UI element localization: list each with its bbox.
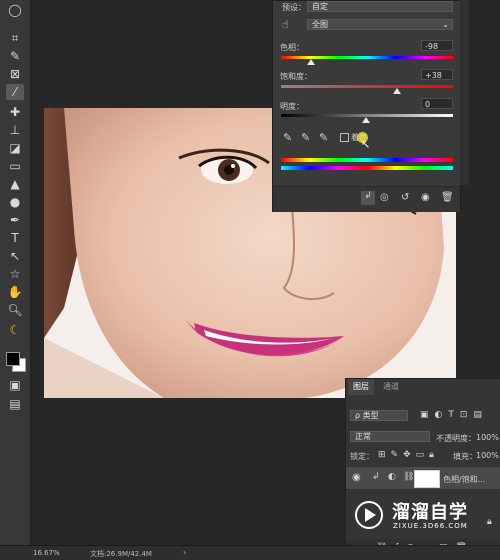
layer-filter-dropdown[interactable]: ρ 类型: [350, 410, 408, 421]
chevron-down-icon: ⌄: [442, 20, 449, 29]
opacity-value[interactable]: 100%: [476, 433, 499, 442]
pen-tool-icon[interactable]: ✒: [6, 212, 24, 228]
hand-tool-icon[interactable]: ✋: [6, 284, 24, 300]
hue-label: 色相：: [280, 43, 304, 52]
blend-mode-dropdown[interactable]: 正常: [350, 431, 430, 442]
properties-panel: 预设： 自定 ☝ 全图 ⌄ 色相： -98 饱和度： +38 明度： 0 ✎ ✎…: [272, 0, 461, 212]
watermark-url: ZIXUE.3D66.COM: [393, 522, 468, 530]
frame-tool-icon[interactable]: ⊠: [6, 66, 24, 82]
layer-filter-value: ρ 类型: [355, 411, 379, 420]
lightness-input[interactable]: 0: [421, 98, 453, 109]
channel-value: 全图: [312, 20, 328, 29]
targeted-adjustment-hand-icon[interactable]: ☝: [282, 18, 289, 31]
eraser-tool-icon[interactable]: ◪: [6, 140, 24, 156]
blend-mode-value: 正常: [355, 432, 371, 441]
eyedropper-icon[interactable]: ✎: [283, 131, 292, 144]
healing-brush-tool-icon[interactable]: ✚: [6, 104, 24, 120]
gradient-tool-icon[interactable]: ▭: [6, 158, 24, 174]
clip-arrow-icon: ↲: [372, 472, 380, 482]
layer-name[interactable]: 色相/饱和...: [443, 474, 485, 485]
preset-dropdown[interactable]: 自定: [307, 1, 453, 12]
opacity-label: 不透明度：: [436, 434, 476, 443]
saturation-input[interactable]: +38: [421, 69, 453, 80]
add-to-sample-eyedropper-icon[interactable]: ✎: [301, 131, 310, 144]
tab-layers[interactable]: 图层: [348, 379, 374, 395]
preset-value: 自定: [312, 2, 328, 11]
layer-mask-thumbnail[interactable]: [414, 470, 440, 488]
properties-scrollbar[interactable]: [460, 0, 469, 185]
type-tool-icon[interactable]: T: [6, 230, 24, 246]
hue-bar-top: [281, 158, 453, 162]
delete-icon[interactable]: 🗑︎: [441, 192, 454, 203]
banana-icon: ☾: [9, 323, 21, 337]
watermark-brand: 溜溜自学: [392, 502, 468, 523]
channel-dropdown[interactable]: 全图 ⌄: [307, 19, 453, 30]
reset-icon[interactable]: ↺: [401, 192, 409, 203]
zoom-tool-icon[interactable]: 🔍︎: [6, 302, 24, 318]
lightness-slider-thumb[interactable]: [362, 117, 370, 123]
lock-label: 锁定：: [350, 452, 374, 461]
crop-tool-icon[interactable]: ⌗: [6, 30, 24, 46]
visibility-icon[interactable]: ◉: [421, 192, 430, 203]
tools-panel: ◯ ⌗ ✎ ⊠ ⁄ ✚ ⊥ ◪ ▭ ▲ ● ✒ T ↖ ☆ ✋ 🔍︎ ☾ ▣ ▤: [0, 0, 31, 545]
tab-channels[interactable]: 通道: [378, 379, 404, 395]
clip-to-layer-icon[interactable]: ↲: [361, 191, 375, 205]
properties-footer: ↲ ◎ ↺ ◉ 🗑︎: [273, 186, 460, 212]
eyedropper-tool-icon[interactable]: ✎: [6, 48, 24, 64]
play-logo-icon: [355, 501, 383, 529]
quick-mask-icon[interactable]: ▣: [6, 377, 24, 393]
status-arrow-icon[interactable]: ›: [183, 548, 186, 557]
blur-tool-icon[interactable]: ▲: [6, 176, 24, 192]
subtract-from-sample-eyedropper-icon[interactable]: ✎: [319, 131, 328, 144]
view-previous-state-icon[interactable]: ◎: [380, 192, 389, 203]
saturation-slider-track[interactable]: [281, 85, 453, 88]
colorize-checkbox[interactable]: [340, 133, 349, 142]
watermark: 溜溜自学 ZIXUE.3D66.COM: [352, 496, 500, 536]
clone-stamp-tool-icon[interactable]: ⊥: [6, 122, 24, 138]
fill-value[interactable]: 100%: [476, 451, 499, 460]
shape-tool-icon[interactable]: ☆: [6, 266, 24, 282]
saturation-label: 饱和度：: [280, 72, 312, 81]
zoom-level[interactable]: 16.67%: [33, 549, 60, 557]
hue-slider-thumb[interactable]: [307, 59, 315, 65]
saturation-slider-thumb[interactable]: [393, 88, 401, 94]
eye-icon[interactable]: ◉: [352, 472, 361, 483]
layer-row-hue-saturation[interactable]: ◉ ↲ ◐ ⛓︎ 色相/饱和...: [346, 467, 500, 489]
layer-filter-icons[interactable]: ▣◐T⊡▤: [420, 410, 488, 420]
preset-label: 预设：: [282, 3, 306, 12]
adjustment-layer-icon: ◐: [388, 472, 396, 482]
lasso-tool-icon[interactable]: ◯: [6, 2, 24, 18]
lightness-label: 明度：: [280, 102, 304, 111]
brush-tool-icon[interactable]: ⁄: [6, 84, 24, 100]
document-size: 文档:26.9M/42.4M: [90, 550, 152, 558]
lock-icons[interactable]: ⊞✎✥▭🔒︎: [378, 450, 439, 460]
dodge-tool-icon[interactable]: ●: [6, 194, 24, 210]
mouse-pointer-icon: ↖: [361, 138, 371, 151]
path-selection-tool-icon[interactable]: ↖: [6, 248, 24, 264]
status-bar: 16.67% 文档:26.9M/42.4M ›: [0, 545, 500, 560]
screen-mode-icon[interactable]: ▤: [6, 396, 24, 412]
link-icon: ⛓︎: [403, 472, 415, 482]
foreground-color-swatch[interactable]: [6, 352, 20, 366]
hue-input[interactable]: -98: [421, 40, 453, 51]
fill-label: 填充：: [453, 452, 477, 461]
hue-bar-bottom: [281, 166, 453, 170]
